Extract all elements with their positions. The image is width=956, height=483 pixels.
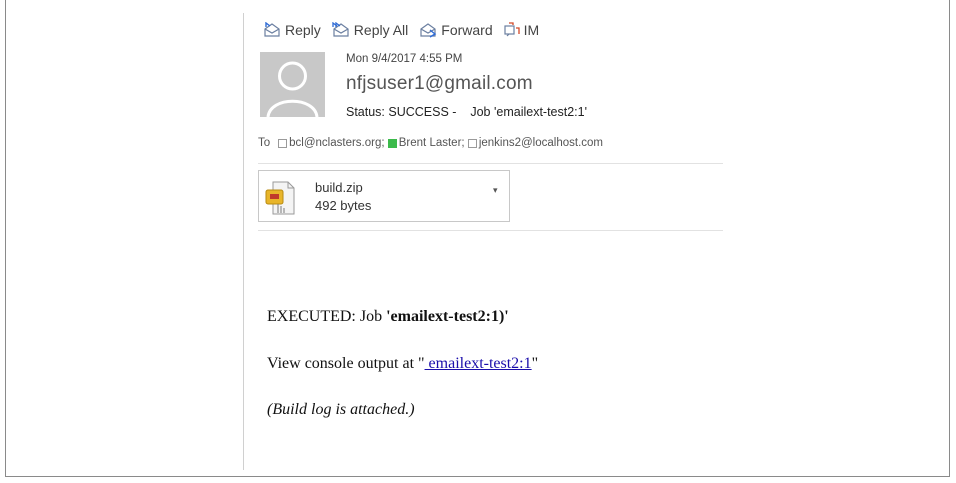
presence-empty-icon [467, 138, 477, 148]
chevron-down-icon[interactable]: ▾ [493, 185, 498, 196]
reading-pane-frame [5, 0, 950, 477]
executed-line: EXECUTED: Job 'emailext-test2:1)' [267, 308, 509, 326]
zip-file-icon [265, 181, 295, 215]
recipient-label: Brent Laster; [398, 137, 465, 149]
recipient[interactable]: jenkins2@localhost.com [467, 137, 603, 149]
to-line: To bcl@nclasters.org; Brent Laster; jenk… [258, 137, 603, 149]
presence-online-icon [387, 138, 397, 148]
recipient[interactable]: bcl@nclasters.org; [278, 137, 385, 149]
sender-address[interactable]: nfjsuser1@gmail.com [346, 73, 533, 95]
subject-status: Status: SUCCESS - [346, 105, 457, 119]
im-button[interactable]: IM [503, 22, 540, 38]
pane-divider [243, 13, 244, 470]
to-label: To [258, 137, 271, 149]
reply-button[interactable]: Reply [262, 22, 321, 38]
recipient[interactable]: Brent Laster; [387, 137, 465, 149]
subject-job: Job 'emailext-test2:1' [470, 105, 587, 119]
attachment-divider [258, 230, 723, 231]
sender-avatar [260, 52, 325, 117]
forward-button[interactable]: Forward [418, 22, 493, 38]
reply-icon [264, 22, 280, 37]
build-log-note: (Build log is attached.) [267, 401, 415, 418]
im-label: IM [523, 22, 540, 38]
console-prefix: View console output at " [267, 355, 425, 372]
executed-prefix: EXECUTED: Job [267, 308, 387, 325]
reply-label: Reply [285, 22, 321, 38]
message-subject: Status: SUCCESS - Job 'emailext-test2:1' [346, 105, 587, 119]
message-date: Mon 9/4/2017 4:55 PM [346, 53, 463, 65]
console-output-link[interactable]: emailext-test2:1 [425, 355, 532, 372]
executed-job: 'emailext-test2:1)' [386, 308, 509, 325]
reply-all-label: Reply All [353, 22, 409, 38]
console-line: View console output at " emailext-test2:… [267, 355, 538, 373]
message-toolbar: Reply Reply All Forward IM [262, 22, 549, 38]
im-icon [504, 22, 520, 37]
reply-all-button[interactable]: Reply All [331, 22, 408, 38]
forward-icon [420, 23, 437, 38]
recipient-label: jenkins2@localhost.com [478, 137, 603, 149]
reply-all-icon [332, 22, 349, 37]
forward-label: Forward [441, 22, 493, 38]
presence-empty-icon [278, 138, 288, 148]
attachment-card[interactable]: build.zip 492 bytes ▾ [258, 170, 510, 222]
console-suffix: " [531, 355, 539, 372]
attachment-size: 492 bytes [315, 198, 372, 213]
person-silhouette-icon [266, 61, 319, 117]
header-divider [258, 163, 723, 164]
recipient-label: bcl@nclasters.org; [289, 137, 385, 149]
attachment-name: build.zip [315, 180, 363, 195]
